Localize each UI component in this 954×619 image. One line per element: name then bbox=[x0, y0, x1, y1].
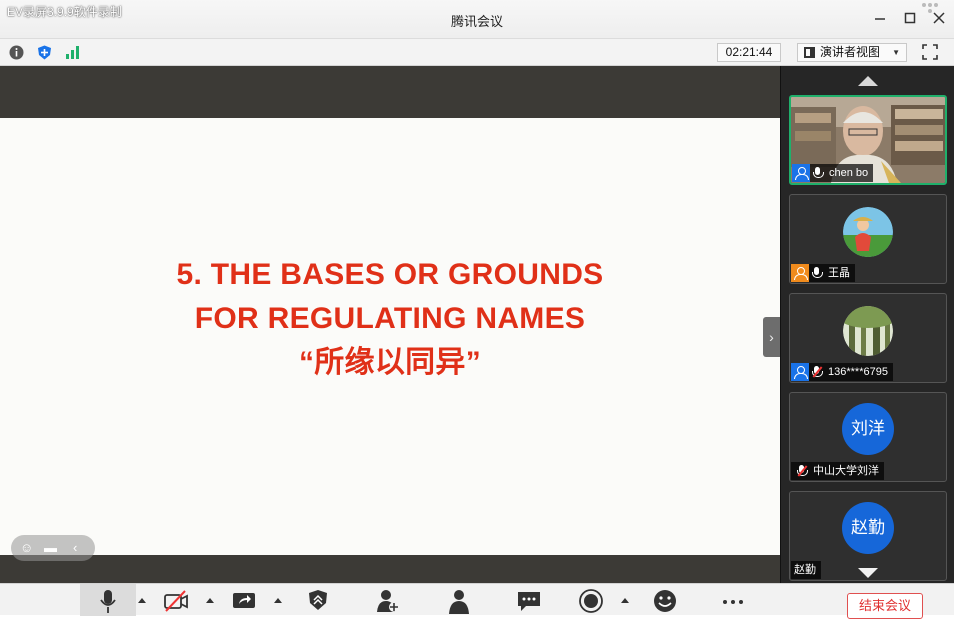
view-mode-label: 演讲者视图 bbox=[820, 45, 881, 59]
scroll-down-icon[interactable] bbox=[858, 568, 878, 578]
grid-dots-icon bbox=[920, 0, 942, 18]
participant-tile[interactable]: 王晶 bbox=[789, 194, 947, 284]
participant-tile[interactable]: 刘洋 中山大学刘洋 bbox=[789, 392, 947, 482]
share-options-caret[interactable] bbox=[274, 598, 282, 603]
emoji-icon[interactable]: ☺ bbox=[20, 540, 33, 555]
meeting-controls-bar: 结束会议 bbox=[0, 583, 954, 619]
slide-title-line2: FOR REGULATING NAMES bbox=[194, 302, 586, 335]
window-title: 腾讯会议 bbox=[450, 14, 503, 29]
reaction-icon[interactable] bbox=[652, 588, 678, 614]
speaker-view-icon bbox=[804, 47, 815, 58]
security-icon[interactable] bbox=[305, 588, 331, 614]
chat-bubble-icon[interactable]: ▬ bbox=[44, 540, 57, 555]
more-icon[interactable] bbox=[720, 588, 746, 614]
mic-options-caret[interactable] bbox=[138, 598, 146, 603]
participant-name-tag: 赵勤 bbox=[791, 561, 821, 579]
end-meeting-button[interactable]: 结束会议 bbox=[847, 593, 923, 619]
shared-screen-area: 5. THE BASES OR GROUNDS FOR REGULATING N… bbox=[0, 66, 780, 583]
mic-icon[interactable] bbox=[95, 588, 121, 614]
participant-name: 王晶 bbox=[828, 267, 850, 279]
minimize-icon[interactable] bbox=[872, 10, 888, 26]
title-bar: EV录屏3.9.9软件录制 腾讯会议 bbox=[0, 0, 954, 38]
slide-title: 5. THE BASES OR GROUNDS FOR REGULATING N… bbox=[0, 253, 780, 385]
cohost-icon bbox=[791, 264, 809, 282]
record-options-caret[interactable] bbox=[621, 598, 629, 603]
participant-name-tag: 136****6795 bbox=[791, 363, 893, 381]
presentation-slide: 5. THE BASES OR GROUNDS FOR REGULATING N… bbox=[0, 118, 780, 555]
participant-name-tag: 中山大学刘洋 bbox=[791, 462, 884, 480]
chat-icon[interactable] bbox=[516, 588, 542, 614]
meeting-toolbar: 02:21:44 演讲者视图 ▼ bbox=[0, 38, 954, 66]
mic-on-icon bbox=[810, 164, 826, 182]
slide-title-line1: 5. THE BASES OR GROUNDS bbox=[176, 258, 604, 291]
user-icon bbox=[791, 363, 809, 381]
fullscreen-icon[interactable] bbox=[922, 44, 938, 60]
camera-off-icon[interactable] bbox=[163, 588, 189, 614]
camera-options-caret[interactable] bbox=[206, 598, 214, 603]
participant-name-tag: chen bo bbox=[792, 164, 874, 182]
shield-icon[interactable] bbox=[37, 45, 52, 60]
participant-name-tag: 王晶 bbox=[791, 264, 855, 282]
chevron-down-icon: ▼ bbox=[892, 48, 900, 57]
slide-title-line3: “所缘以同异” bbox=[298, 346, 482, 379]
share-screen-icon[interactable] bbox=[231, 588, 257, 614]
scroll-up-icon[interactable] bbox=[858, 76, 878, 86]
meeting-timer: 02:21:44 bbox=[717, 43, 781, 62]
host-icon bbox=[792, 164, 810, 182]
participant-avatar bbox=[843, 306, 893, 356]
mic-muted-icon bbox=[809, 363, 825, 381]
participant-tile[interactable]: 136****6795 bbox=[789, 293, 947, 383]
participants-icon[interactable] bbox=[374, 588, 400, 614]
record-icon[interactable] bbox=[578, 588, 604, 614]
participant-name: chen bo bbox=[829, 167, 869, 179]
mic-muted-icon bbox=[794, 462, 810, 480]
floating-annotation-bar[interactable]: ☺ ▬ ‹ bbox=[11, 535, 95, 561]
members-icon[interactable] bbox=[446, 588, 472, 614]
participant-tile[interactable]: chen bo bbox=[789, 95, 947, 185]
participant-sidebar: chen bo 王晶 136****6795 刘洋 中山大学刘洋 赵勤 赵勤 bbox=[780, 66, 954, 583]
mic-on-icon bbox=[809, 264, 825, 282]
sidebar-toggle-button[interactable]: › bbox=[763, 317, 780, 357]
info-icon[interactable] bbox=[9, 45, 24, 60]
participant-avatar: 赵勤 bbox=[842, 502, 894, 554]
participant-avatar: 刘洋 bbox=[842, 403, 894, 455]
participant-avatar bbox=[843, 207, 893, 257]
participant-name: 赵勤 bbox=[794, 564, 816, 576]
view-mode-dropdown[interactable]: 演讲者视图 ▼ bbox=[797, 43, 907, 62]
collapse-icon[interactable]: ‹ bbox=[73, 540, 77, 555]
maximize-icon[interactable] bbox=[902, 10, 918, 26]
participant-name: 136****6795 bbox=[828, 366, 888, 378]
signal-icon[interactable] bbox=[65, 45, 80, 60]
participant-name: 中山大学刘洋 bbox=[813, 465, 879, 477]
